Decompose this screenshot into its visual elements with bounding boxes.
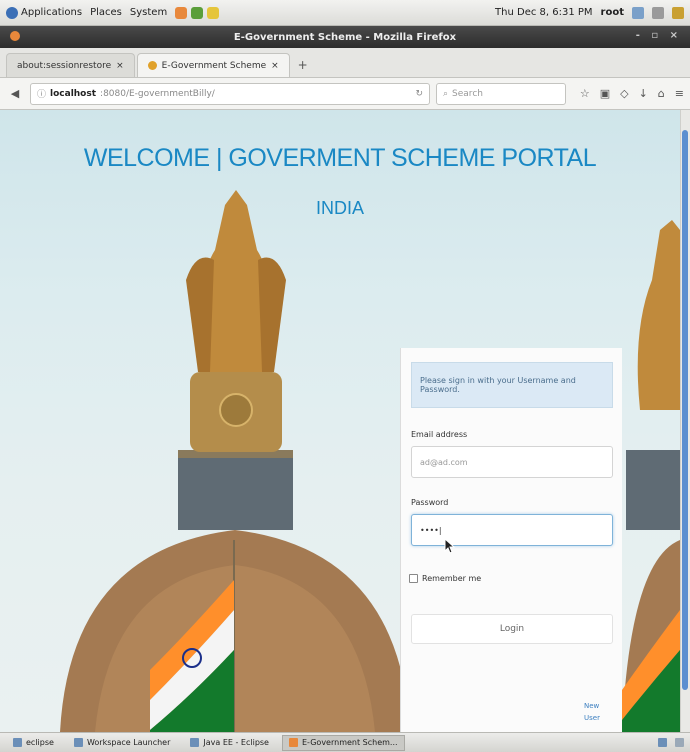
url-bar[interactable]: ⓘ localhost:8080/E-governmentBilly/ ↻ bbox=[30, 82, 430, 105]
places-menu-label: Places bbox=[90, 7, 122, 18]
volume-icon[interactable] bbox=[652, 6, 664, 19]
system-menu[interactable]: System bbox=[130, 7, 167, 18]
bottom-links: New User bbox=[584, 700, 600, 724]
pocket-icon[interactable]: ◇ bbox=[620, 87, 628, 100]
task-label: eclipse bbox=[26, 738, 54, 747]
search-bar[interactable]: ⌕ Search bbox=[436, 82, 566, 105]
download-icon[interactable]: ↓ bbox=[639, 87, 648, 100]
taskbar-item-workspace-launcher[interactable]: Workspace Launcher bbox=[67, 735, 177, 751]
url-path: :8080/E-governmentBilly/ bbox=[100, 88, 215, 99]
trash-icon[interactable] bbox=[675, 738, 684, 747]
email-placeholder: ad@ad.com bbox=[420, 457, 468, 467]
link-user[interactable]: User bbox=[584, 712, 600, 724]
favicon-icon bbox=[147, 61, 157, 70]
panel-right: Thu Dec 8, 6:31 PM root bbox=[495, 6, 684, 19]
firefox-icon bbox=[10, 31, 20, 41]
remember-checkbox[interactable] bbox=[409, 574, 418, 583]
login-button[interactable]: Login bbox=[411, 614, 613, 644]
power-icon[interactable] bbox=[672, 6, 684, 19]
password-label: Password bbox=[411, 498, 449, 507]
page-viewport: WELCOME | GOVERMENT SCHEME PORTAL INDIA … bbox=[0, 110, 680, 732]
back-icon[interactable]: ◀ bbox=[6, 85, 24, 103]
search-placeholder: Search bbox=[452, 88, 483, 99]
remember-me[interactable]: Remember me bbox=[409, 574, 481, 583]
info-icon[interactable]: ⓘ bbox=[37, 87, 46, 100]
login-info-text: Please sign in with your Username and Pa… bbox=[420, 376, 576, 394]
workspace-switcher-icon[interactable] bbox=[658, 738, 667, 747]
network-icon[interactable] bbox=[632, 6, 644, 19]
password-value: ••••| bbox=[420, 525, 442, 535]
user-menu[interactable]: root bbox=[601, 7, 624, 18]
tab-label: E-Government Scheme bbox=[161, 60, 267, 71]
tab-session-restore[interactable]: about:sessionrestore × bbox=[6, 53, 135, 77]
close-icon[interactable]: × bbox=[116, 61, 124, 71]
task-label: E-Government Schem... bbox=[301, 738, 398, 747]
tab-egov-scheme[interactable]: E-Government Scheme × bbox=[136, 53, 290, 77]
tab-strip: about:sessionrestore × E-Government Sche… bbox=[0, 48, 690, 78]
url-host: localhost bbox=[50, 88, 97, 99]
terminal-launcher-icon[interactable] bbox=[191, 6, 204, 19]
eclipse-icon bbox=[13, 738, 22, 747]
window-title: E-Government Scheme - Mozilla Firefox bbox=[233, 31, 457, 43]
lion-left bbox=[186, 257, 214, 372]
taskbar-item-firefox[interactable]: E-Government Schem... bbox=[281, 734, 405, 751]
scrollbar-thumb[interactable] bbox=[682, 130, 688, 690]
email-field[interactable]: ad@ad.com bbox=[411, 446, 613, 478]
reload-icon[interactable]: ↻ bbox=[415, 89, 423, 99]
window-icon bbox=[190, 738, 200, 747]
applications-menu[interactable]: Applications bbox=[6, 6, 83, 19]
login-button-label: Login bbox=[499, 624, 525, 634]
task-label: Java EE - Eclipse bbox=[203, 738, 269, 747]
page-subtitle: INDIA bbox=[316, 198, 365, 218]
lion-right bbox=[258, 257, 286, 372]
drum-tower bbox=[178, 450, 293, 530]
login-card: Please sign in with your Username and Pa… bbox=[400, 348, 622, 732]
window-icon bbox=[73, 738, 83, 747]
nav-bar: ◀ ⓘ localhost:8080/E-governmentBilly/ ↻ … bbox=[0, 78, 690, 110]
password-field[interactable]: ••••| bbox=[411, 514, 613, 546]
page-title: WELCOME | GOVERMENT SCHEME PORTAL bbox=[83, 144, 597, 172]
top-panel: Applications Places System Thu Dec 8, 6:… bbox=[0, 0, 690, 26]
toolbar-icons: ☆ ▣ ◇ ↓ ⌂ ≡ bbox=[580, 87, 684, 100]
mouse-cursor-icon bbox=[444, 538, 456, 554]
taskbar-item-java-ee[interactable]: Java EE - Eclipse bbox=[183, 735, 276, 751]
link-new[interactable]: New bbox=[584, 700, 600, 712]
login-info-alert: Please sign in with your Username and Pa… bbox=[411, 362, 613, 408]
dharma-wheel-icon bbox=[219, 393, 253, 427]
drum-right-edge bbox=[626, 450, 680, 530]
email-label: Email address bbox=[411, 430, 468, 439]
remember-label: Remember me bbox=[422, 574, 482, 583]
window-controls[interactable]: - ▫ × bbox=[636, 30, 682, 41]
menu-icon[interactable]: ≡ bbox=[675, 87, 684, 100]
firefox-icon bbox=[288, 738, 298, 747]
taskbar-right bbox=[658, 738, 690, 747]
bottom-taskbar: eclipse Workspace Launcher Java EE - Ecl… bbox=[0, 732, 690, 752]
firefox-launcher-icon[interactable] bbox=[175, 6, 188, 19]
emblem-right-edge bbox=[637, 220, 680, 410]
home-icon[interactable]: ⌂ bbox=[658, 87, 665, 100]
system-menu-label: System bbox=[129, 7, 168, 18]
new-tab-button[interactable]: + bbox=[292, 53, 314, 77]
window-titlebar[interactable]: E-Government Scheme - Mozilla Firefox - … bbox=[0, 26, 690, 48]
places-menu[interactable]: Places bbox=[90, 7, 122, 18]
clock[interactable]: Thu Dec 8, 6:31 PM bbox=[495, 7, 593, 18]
gnome-foot-icon bbox=[6, 6, 18, 19]
reading-list-icon[interactable]: ▣ bbox=[600, 87, 610, 100]
close-icon[interactable]: × bbox=[271, 61, 279, 71]
notes-launcher-icon[interactable] bbox=[207, 6, 220, 19]
tab-label: about:sessionrestore bbox=[17, 60, 112, 71]
taskbar-item-eclipse[interactable]: eclipse bbox=[6, 735, 61, 751]
search-icon: ⌕ bbox=[443, 88, 449, 99]
task-label: Workspace Launcher bbox=[86, 738, 171, 747]
bookmark-star-icon[interactable]: ☆ bbox=[580, 87, 590, 100]
applications-menu-label: Applications bbox=[21, 7, 83, 18]
